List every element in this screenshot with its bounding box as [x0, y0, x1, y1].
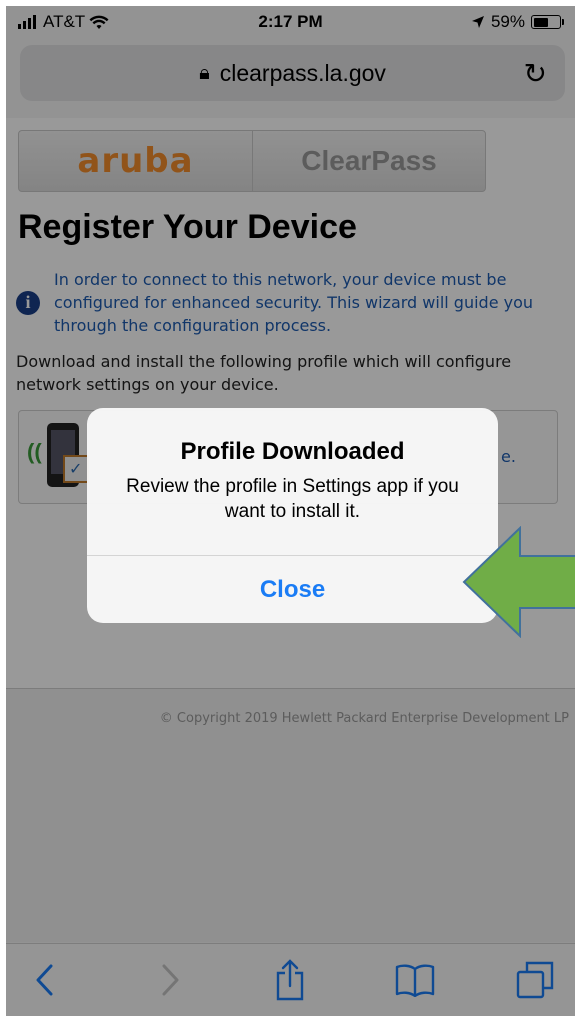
alert-title: Profile Downloaded: [180, 438, 405, 465]
annotation-arrow-icon: [462, 526, 575, 638]
profile-downloaded-alert: Profile Downloaded Review the profile in…: [87, 408, 498, 623]
safari-screen: AT&T 2:17 PM 59% 🔒︎ clearpass.la.gov ↻ a…: [6, 6, 575, 1016]
alert-message: Review the profile in Settings app if yo…: [126, 476, 459, 522]
close-button[interactable]: Close: [87, 556, 498, 623]
